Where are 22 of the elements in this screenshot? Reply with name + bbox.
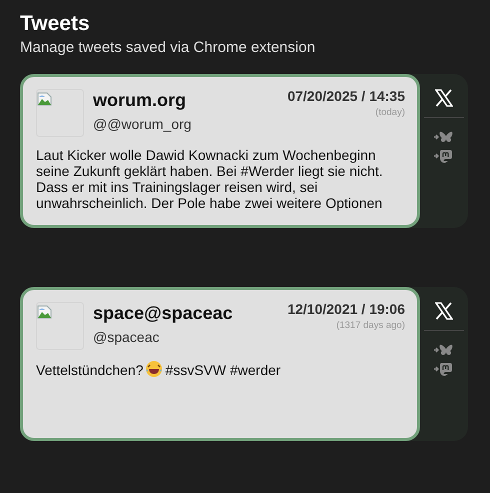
tweet-text: Laut Kicker wolle Dawid Kownacki zum Wochenbeginn seine Zukunft geklärt haben. Bei #Werder liegt sie nicht. Dass er mit ins Trainingslager reisen wird, sei unwahrscheinlich. Der Pole habe zwei weitere Optionen <box>36 147 383 211</box>
broken-image-icon <box>36 89 84 137</box>
tweet-text: #ssvSVW #werder <box>165 362 281 378</box>
laughing-emoji-icon <box>145 360 164 378</box>
relative-time: (today) <box>375 107 405 118</box>
x-logo-icon[interactable] <box>435 302 453 320</box>
relative-time: (1317 days ago) <box>336 320 405 331</box>
mastodon-share-icon[interactable] <box>434 361 454 377</box>
butterfly-share-icon[interactable] <box>434 343 454 357</box>
broken-image-icon <box>36 302 84 350</box>
page-subtitle: Manage tweets saved via Chrome extension <box>20 39 316 56</box>
mastodon-share-icon[interactable] <box>434 148 454 164</box>
author-name: worum.org <box>93 90 187 111</box>
page-title: Tweets <box>20 12 91 36</box>
x-logo-icon[interactable] <box>435 89 453 107</box>
butterfly-share-icon[interactable] <box>434 130 454 144</box>
tweet-date: 07/20/2025 / 14:35 <box>287 88 405 104</box>
tweet-text: Vettelstündchen? <box>36 362 144 378</box>
author-name: space@spaceac <box>93 303 234 324</box>
tweet-date: 12/10/2021 / 19:06 <box>287 301 405 317</box>
author-handle: @@worum_org <box>93 116 192 132</box>
author-handle: @spaceac <box>93 329 160 345</box>
